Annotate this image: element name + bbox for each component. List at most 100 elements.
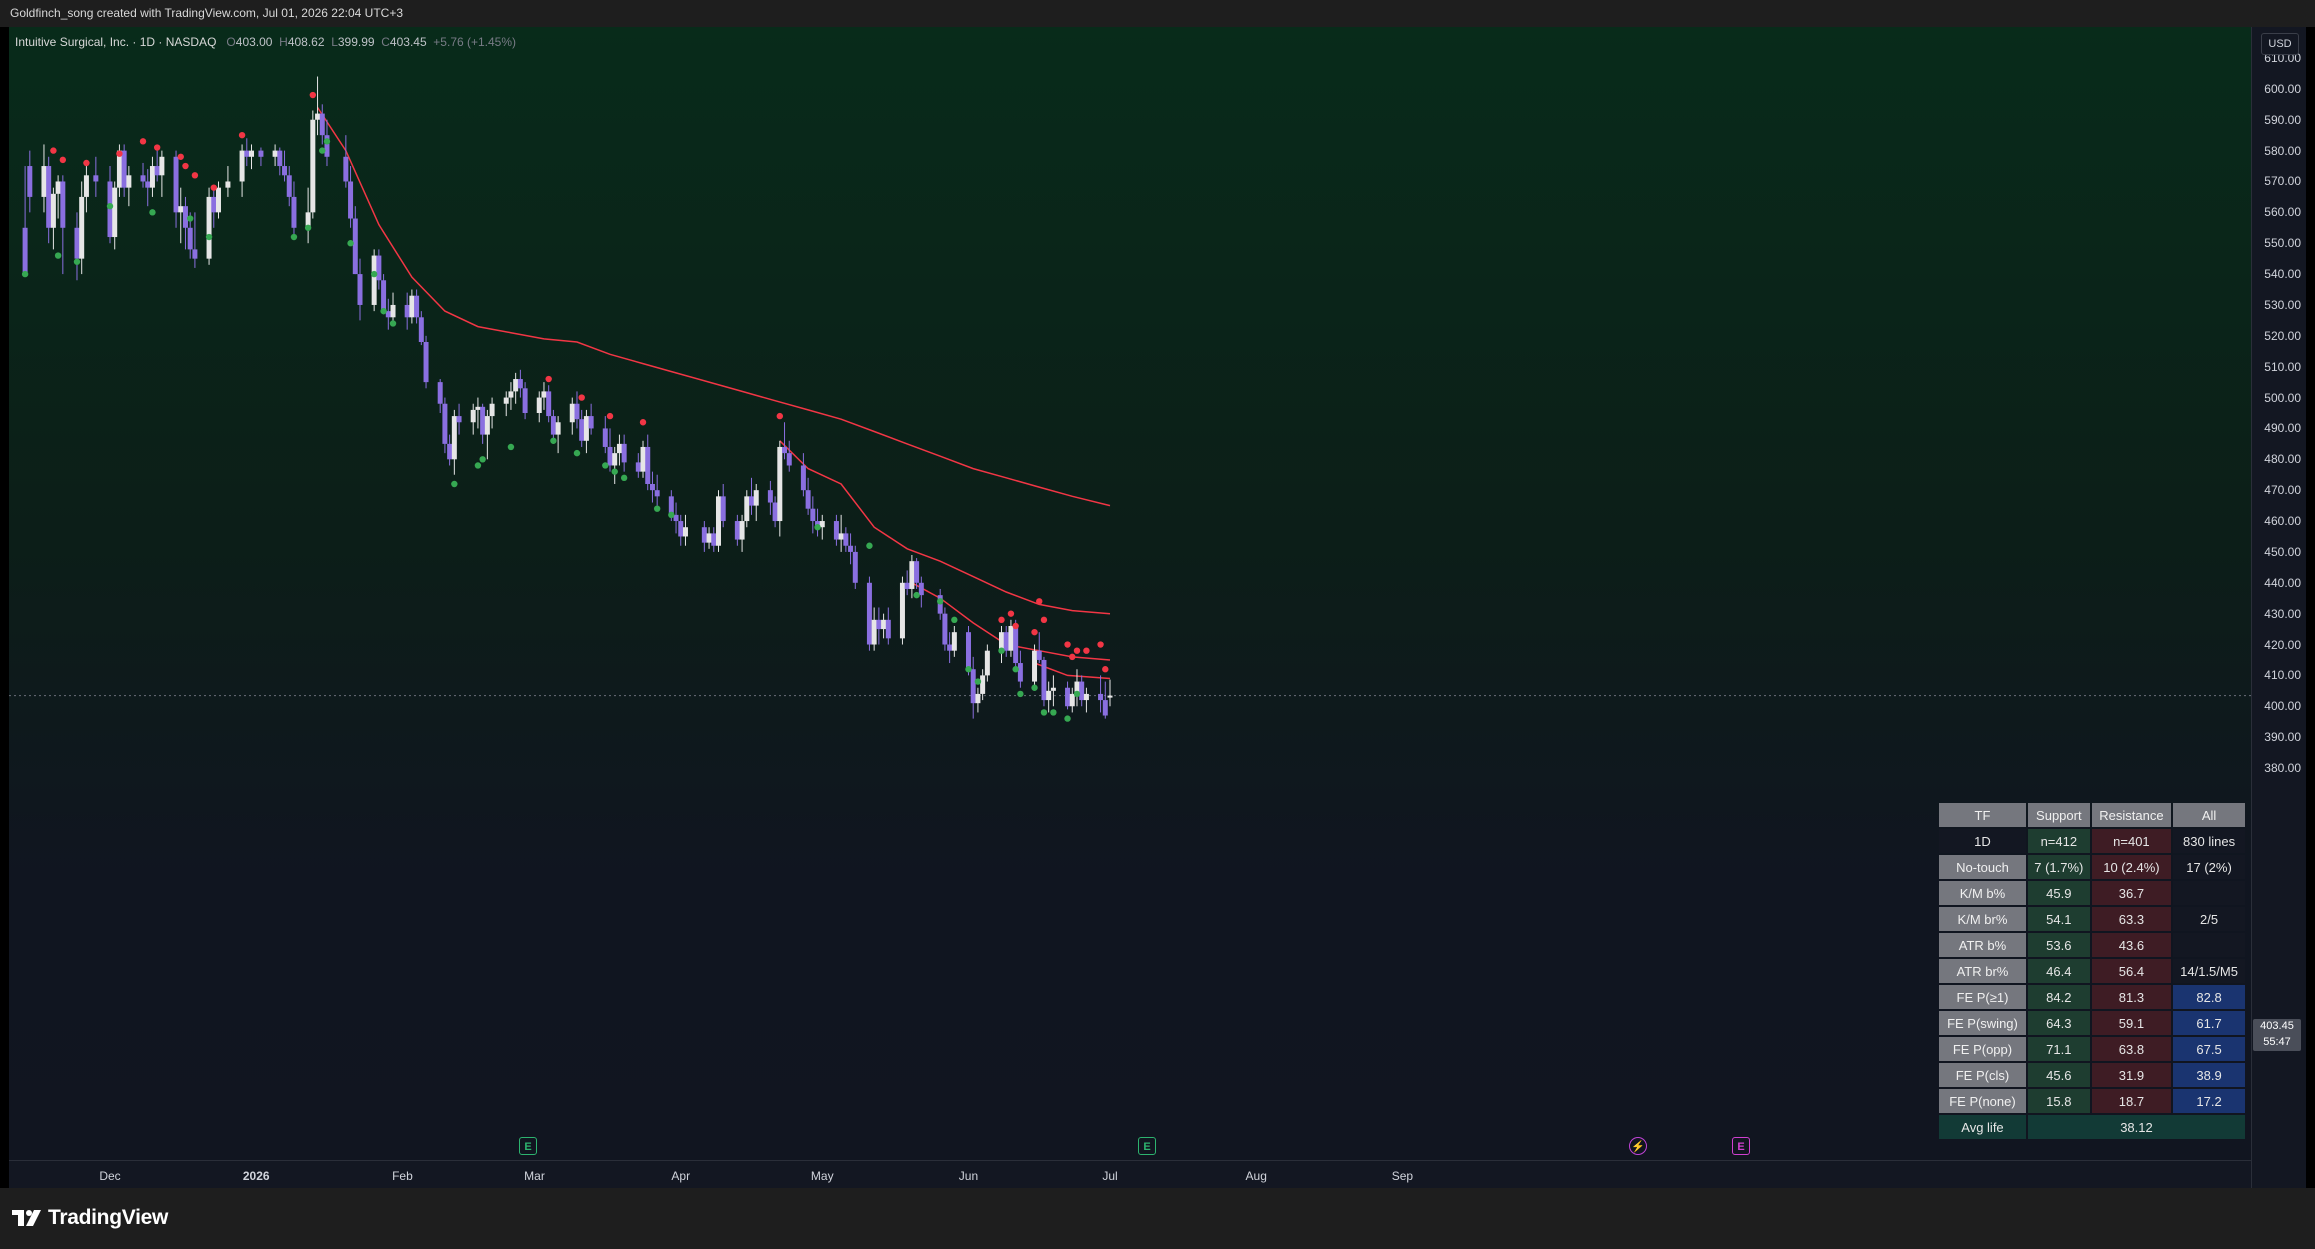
stats-all-cell: 14/1.5/M5 <box>2173 959 2245 983</box>
stats-resistance-cell: 31.9 <box>2091 1063 2172 1087</box>
stats-all-cell <box>2173 933 2245 957</box>
earnings-event-icon[interactable]: E <box>1138 1137 1156 1155</box>
candle-body <box>112 187 118 238</box>
moving-average-line <box>316 106 1111 507</box>
candle-body <box>154 166 160 176</box>
price-tick-label: 440.00 <box>2264 575 2301 590</box>
support-pivot-dot <box>1040 709 1048 716</box>
resistance-pivot-dot <box>1073 647 1081 654</box>
support-pivot-dot <box>951 616 958 624</box>
stats-support-cell: 45.6 <box>2027 1063 2090 1087</box>
time-axis[interactable]: Dec 2026 Feb Mar Apr May Jun Jul Aug Sep <box>9 1160 2251 1189</box>
stats-support-cell: 53.6 <box>2027 933 2090 957</box>
candle-body <box>852 551 858 583</box>
tradingview-logo-icon <box>12 1210 41 1226</box>
candle-body <box>772 502 778 522</box>
candle-body <box>352 218 358 275</box>
candle-body <box>503 397 509 404</box>
candle-body <box>206 196 212 259</box>
candle-body <box>843 533 849 546</box>
resistance-pivot-dot <box>309 91 317 99</box>
support-pivot-dot <box>936 598 944 605</box>
candle-body <box>583 416 589 441</box>
stats-all-cell: 17.2 <box>2173 1089 2245 1113</box>
candle-body <box>914 561 920 583</box>
price-tick-label: 600.00 <box>2264 81 2301 96</box>
candle-body <box>376 255 382 281</box>
candle-body <box>1041 659 1047 701</box>
candle-body <box>423 342 429 383</box>
currency-button[interactable]: USD <box>2261 33 2299 55</box>
price-tick-label: 400.00 <box>2264 699 2301 714</box>
support-pivot-dot <box>998 647 1005 654</box>
candle-body <box>715 496 721 546</box>
candle-body <box>404 304 410 318</box>
stats-resistance-cell: 59.1 <box>2091 1011 2172 1035</box>
candle-body <box>1003 632 1009 651</box>
stats-header-cell: Resistance <box>2091 803 2172 827</box>
candle-body <box>1050 687 1056 691</box>
earnings-upcoming-event-icon[interactable]: E <box>1732 1137 1750 1155</box>
tradingview-logo[interactable]: TradingView <box>12 1206 168 1230</box>
chart-plot-area[interactable]: Intuitive Surgical, Inc. · 1D · NASDAQ O… <box>9 27 2251 1160</box>
symbol-legend[interactable]: Intuitive Surgical, Inc. · 1D · NASDAQ O… <box>15 35 516 49</box>
price-tick-label: 540.00 <box>2264 267 2301 282</box>
stats-all-cell: 67.5 <box>2173 1037 2245 1061</box>
stats-header-cell: All <box>2173 803 2245 827</box>
candle-body <box>965 632 971 670</box>
candle-body <box>60 181 66 228</box>
support-pivot-dot <box>1017 690 1024 698</box>
price-tick-label: 410.00 <box>2264 668 2301 683</box>
candle-body <box>178 206 184 213</box>
support-pivot-dot <box>347 240 354 247</box>
candle-body <box>885 619 891 639</box>
candle-body <box>654 490 660 497</box>
support-pivot-dot <box>814 524 821 531</box>
price-tick-label: 590.00 <box>2264 112 2301 127</box>
support-pivot-dot <box>573 449 581 457</box>
candle-body <box>437 382 443 404</box>
candle-body <box>282 166 288 176</box>
candle-body <box>121 150 127 188</box>
earnings-event-icon[interactable]: E <box>519 1137 537 1155</box>
price-axis[interactable]: 610.00 600.00 590.00 580.00 570.00 560.00 550.… <box>2251 27 2307 1188</box>
stats-row-label: K/M b% <box>1939 881 2026 905</box>
candle-body <box>947 644 953 651</box>
resistance-pivot-dot <box>83 159 90 167</box>
candle-body <box>744 496 750 522</box>
stats-resistance-cell: n=401 <box>2091 829 2172 853</box>
price-tick-label: 430.00 <box>2264 606 2301 621</box>
candle-body <box>678 521 684 537</box>
candle-body <box>866 582 872 645</box>
support-pivot-dot <box>21 270 29 278</box>
candle-body <box>909 561 915 589</box>
stats-resistance-cell: 63.8 <box>2091 1037 2172 1061</box>
candle-body <box>711 533 717 546</box>
resistance-pivot-dot <box>1069 653 1076 661</box>
footer: TradingView <box>0 1188 2315 1249</box>
support-pivot-dot <box>653 505 661 512</box>
support-pivot-dot <box>1064 715 1071 722</box>
support-pivot-dot <box>507 443 515 451</box>
candle-body <box>1083 693 1089 701</box>
time-tick-label: Sep <box>1391 1169 1414 1183</box>
dividend-event-icon[interactable]: ⚡ <box>1629 1137 1647 1155</box>
candle-body <box>739 521 745 540</box>
stats-row-label: FE P(opp) <box>1939 1037 2026 1061</box>
change-value: +5.76 (+1.45%) <box>433 35 517 49</box>
candle-body <box>249 150 255 157</box>
price-tick-label: 380.00 <box>2264 761 2301 775</box>
stats-row-label: ATR b% <box>1939 933 2026 957</box>
stats-avg-life-label: Avg life <box>1939 1115 2026 1139</box>
candle-body <box>1032 650 1038 682</box>
resistance-pivot-dot <box>139 138 147 145</box>
header-text: Goldfinch_song created with TradingView.… <box>10 6 404 20</box>
time-tick-label: 2026 <box>242 1169 270 1183</box>
candle-body <box>41 166 47 197</box>
candle-body <box>173 156 179 213</box>
candle-body <box>258 150 264 157</box>
candle-body <box>546 391 552 417</box>
bar-countdown: 55:47 <box>2263 1036 2291 1048</box>
candle-body <box>79 196 85 259</box>
candle-body <box>1008 626 1014 651</box>
